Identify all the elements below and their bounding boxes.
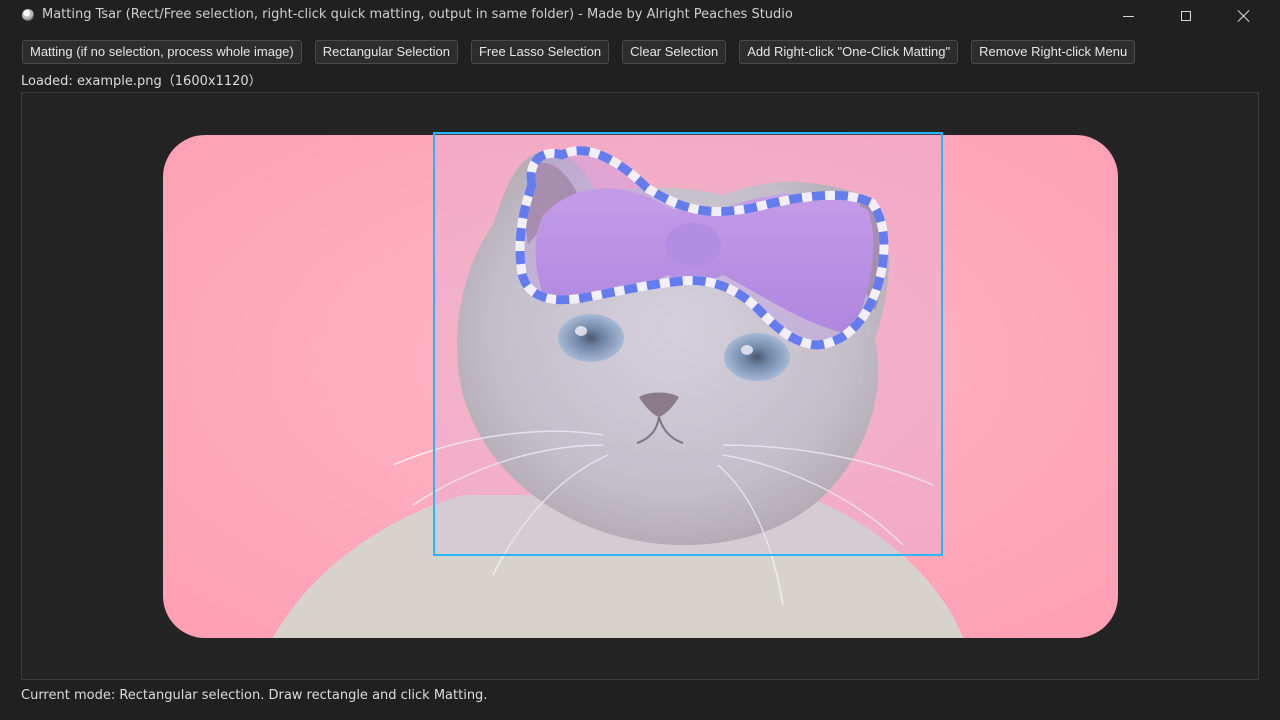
toolbar: Matting (if no selection, process whole … bbox=[22, 40, 1136, 64]
free-lasso-selection-button[interactable]: Free Lasso Selection bbox=[470, 40, 610, 64]
minimize-icon bbox=[1122, 15, 1134, 17]
maximize-icon bbox=[1181, 11, 1191, 21]
rectangle-selection[interactable] bbox=[433, 132, 943, 556]
title-bar[interactable]: Matting Tsar (Rect/Free selection, right… bbox=[0, 0, 1280, 32]
status-bar-text: Current mode: Rectangular selection. Dra… bbox=[21, 688, 488, 703]
maximize-button[interactable] bbox=[1157, 0, 1215, 32]
clear-selection-button[interactable]: Clear Selection bbox=[622, 40, 727, 64]
add-context-menu-button[interactable]: Add Right-click "One-Click Matting" bbox=[739, 40, 959, 64]
matting-button[interactable]: Matting (if no selection, process whole … bbox=[22, 40, 302, 64]
app-window: Matting Tsar (Rect/Free selection, right… bbox=[0, 0, 1280, 720]
close-icon bbox=[1237, 9, 1251, 23]
rectangular-selection-button[interactable]: Rectangular Selection bbox=[314, 40, 458, 64]
image-canvas[interactable] bbox=[21, 92, 1259, 680]
remove-context-menu-button[interactable]: Remove Right-click Menu bbox=[971, 40, 1136, 64]
close-button[interactable] bbox=[1215, 0, 1273, 32]
window-title: Matting Tsar (Rect/Free selection, right… bbox=[42, 7, 793, 22]
loaded-file-label: Loaded: example.png（1600x1120） bbox=[21, 74, 262, 89]
minimize-button[interactable] bbox=[1099, 0, 1157, 32]
app-icon bbox=[22, 9, 34, 21]
